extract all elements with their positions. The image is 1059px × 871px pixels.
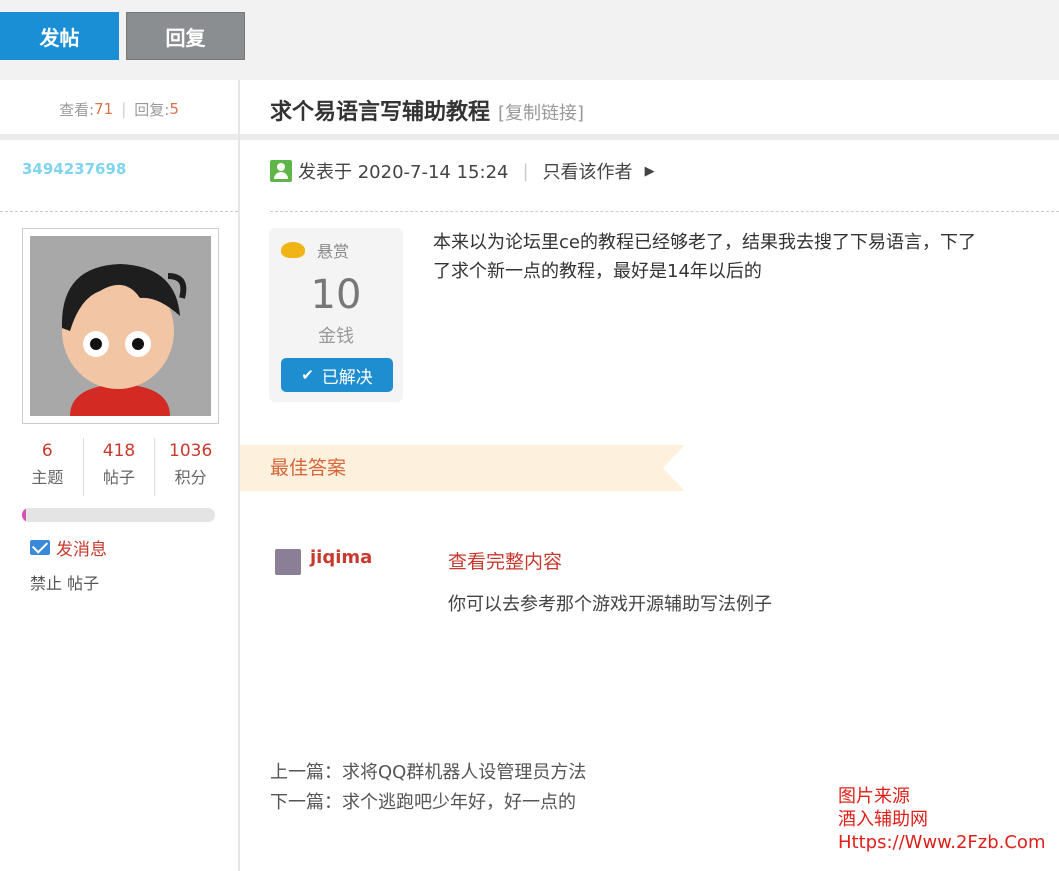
copy-link[interactable]: [复制链接] xyxy=(498,99,584,125)
views-label: 查看: xyxy=(59,100,95,119)
bounty-label: 悬赏 xyxy=(317,242,350,261)
bounty-amount: 10 xyxy=(310,272,362,318)
stats-divider: | xyxy=(121,100,127,118)
sidebar-divider xyxy=(0,134,238,140)
solved-badge: ✔ 已解决 xyxy=(281,358,393,392)
image-source-watermark: 图片来源 酒入辅助网 Https://Www.2Fzb.Com xyxy=(838,785,1045,854)
cartoon-boy-avatar-icon xyxy=(30,236,211,416)
page-title: 求个易语言写辅助教程 xyxy=(270,100,491,125)
view-full-content-link[interactable]: 查看完整内容 xyxy=(448,547,562,574)
post-content-line: 了求个新一点的教程，最好是14年以后的 xyxy=(433,261,762,282)
points-count-label: 积分 xyxy=(174,468,207,487)
post-content: 本来以为论坛里ce的教程已经够老了，结果我去搜了下易语言，下了 了求个新一点的教… xyxy=(433,228,1059,286)
post-meta: 发表于 2020-7-14 15:24 | 只看该作者 ▶ xyxy=(270,158,655,184)
post-dashed-divider xyxy=(270,211,1059,212)
watermark-line: Https://Www.2Fzb.Com xyxy=(838,832,1046,853)
author-counts: 6 主题 418 帖子 1036 积分 xyxy=(12,438,226,496)
watermark-line: 图片来源 xyxy=(838,786,910,807)
gold-ingot-icon xyxy=(281,242,305,258)
replies-label: 回复: xyxy=(134,100,170,119)
reply-button[interactable]: 回复 xyxy=(126,12,245,60)
points-count-value: 1036 xyxy=(169,441,213,461)
author-username[interactable]: 3494237698 xyxy=(22,160,126,178)
thread-stats: 查看: 71 | 回复: 5 xyxy=(0,80,238,138)
answerer-username[interactable]: jiqima xyxy=(310,547,372,568)
level-progress-bar xyxy=(22,508,215,522)
points-count[interactable]: 1036 积分 xyxy=(154,438,226,496)
avatar[interactable] xyxy=(22,228,219,424)
avatar-image xyxy=(30,236,211,416)
triangle-right-icon: ▶ xyxy=(644,163,655,179)
send-message-label: 发消息 xyxy=(56,540,107,560)
topics-count[interactable]: 6 主题 xyxy=(12,438,83,496)
checkmark-icon: ✔ xyxy=(301,366,314,384)
next-thread-link[interactable]: 下一篇：求个逃跑吧少年好，好一点的 xyxy=(270,788,576,814)
only-author-link[interactable]: 只看该作者 xyxy=(543,158,633,184)
best-answer-text: 你可以去参考那个游戏开源辅助写法例子 xyxy=(448,594,772,615)
posts-count[interactable]: 418 帖子 xyxy=(82,438,155,496)
ban-posts-link[interactable]: 禁止 帖子 xyxy=(30,570,99,594)
bounty-unit: 金钱 xyxy=(318,326,354,347)
replies-count: 5 xyxy=(169,100,179,118)
post-button[interactable]: 发帖 xyxy=(0,12,119,60)
header-divider xyxy=(240,134,1059,140)
posts-count-label: 帖子 xyxy=(103,468,136,487)
user-icon xyxy=(270,160,292,182)
posts-count-value: 418 xyxy=(102,441,136,461)
meta-divider: | xyxy=(522,160,529,182)
bounty-header: 悬赏 xyxy=(281,238,349,262)
watermark-line: 酒入辅助网 xyxy=(838,809,928,830)
previous-thread-link[interactable]: 上一篇：求将QQ群机器人设管理员方法 xyxy=(270,758,586,784)
top-toolbar: 发帖 回复 xyxy=(0,0,1059,80)
post-timestamp: 发表于 2020-7-14 15:24 xyxy=(298,162,509,183)
best-answer-heading: 最佳答案 xyxy=(270,457,347,479)
bounty-card: 悬赏 10 金钱 ✔ 已解决 xyxy=(269,228,403,402)
column-divider xyxy=(238,80,240,871)
views-count: 71 xyxy=(94,100,114,118)
topics-count-label: 主题 xyxy=(31,468,64,487)
post-content-line: 本来以为论坛里ce的教程已经够老了，结果我去搜了下易语言，下了 xyxy=(433,232,976,253)
answerer-avatar[interactable] xyxy=(275,549,301,575)
thread-header: 求个易语言写辅助教程 [复制链接] xyxy=(270,94,584,126)
sidebar-dashed-divider xyxy=(0,211,238,212)
topics-count-value: 6 xyxy=(41,441,53,461)
envelope-icon xyxy=(30,540,50,555)
solved-label: 已解决 xyxy=(321,367,373,388)
send-message-link[interactable]: 发消息 xyxy=(30,535,107,560)
